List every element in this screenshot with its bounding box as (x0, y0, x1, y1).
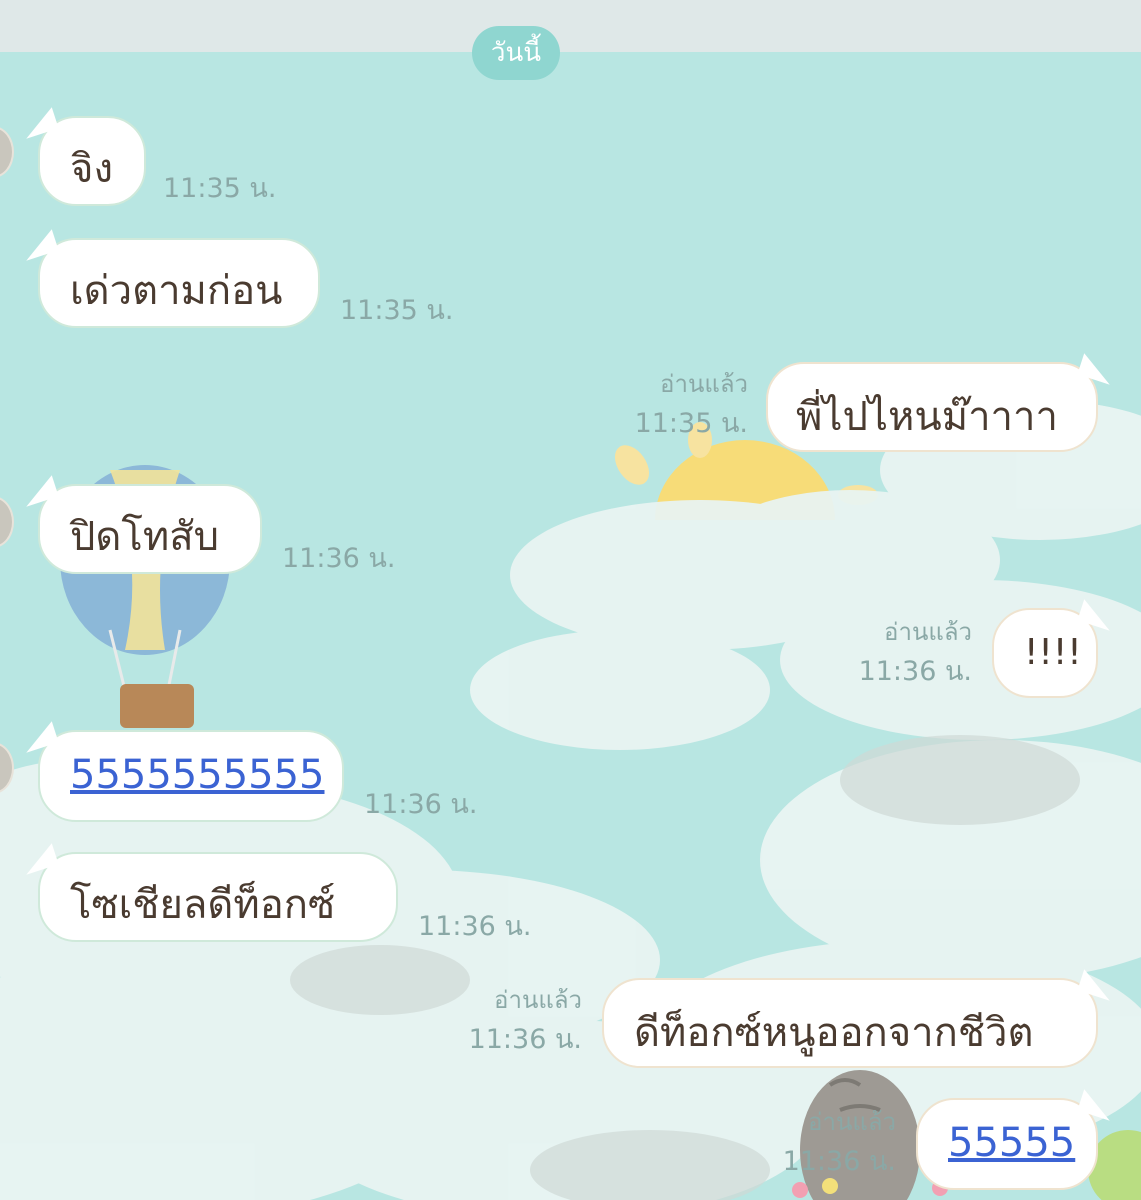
message-meta: อ่านแล้ว 11:36 น. (740, 1102, 896, 1182)
message-timestamp: 11:36 น. (782, 1146, 896, 1177)
top-bar (0, 0, 1141, 52)
message-text: พี่ไปไหนม๊าาาา (796, 394, 1058, 440)
message-bubble-incoming[interactable]: จิง (38, 116, 146, 206)
message-text: เด่วตามก่อน (70, 268, 283, 314)
read-receipt: อ่านแล้ว (884, 618, 972, 646)
message-text: !!!! (1024, 632, 1082, 673)
message-timestamp: 11:36 น. (282, 543, 396, 574)
message-meta: อ่านแล้ว 11:36 น. (820, 612, 972, 692)
message-timestamp: 11:36 น. (418, 911, 532, 942)
message-bubble-outgoing[interactable]: 55555 (916, 1098, 1098, 1190)
message-text: ดีท็อกซ์หนูออกจากชีวิต (634, 1010, 1034, 1056)
message-bubble-outgoing[interactable]: ดีท็อกซ์หนูออกจากชีวิต (602, 978, 1098, 1068)
message-bubble-incoming[interactable]: 5555555555 (38, 730, 344, 822)
message-bubble-incoming[interactable]: ปิดโทสับ (38, 484, 262, 574)
message-timestamp: 11:36 น. (858, 656, 972, 687)
message-timestamp: 11:35 น. (163, 173, 277, 204)
message-bubble-incoming[interactable]: เด่วตามก่อน (38, 238, 320, 328)
message-timestamp: 11:36 น. (468, 1024, 582, 1055)
message-timestamp: 11:36 น. (364, 789, 478, 820)
message-meta: อ่านแล้ว 11:35 น. (600, 364, 748, 444)
read-receipt: อ่านแล้ว (494, 986, 582, 1014)
message-timestamp: 11:35 น. (634, 408, 748, 439)
message-bubble-outgoing[interactable]: พี่ไปไหนม๊าาาา (766, 362, 1098, 452)
message-bubble-outgoing[interactable]: !!!! (992, 608, 1098, 698)
message-timestamp: 11:35 น. (340, 295, 454, 326)
message-text: จิง (70, 146, 113, 192)
message-bubble-incoming[interactable]: โซเชียลดีท็อกซ์ (38, 852, 398, 942)
message-link[interactable]: 5555555555 (70, 752, 342, 798)
message-meta: อ่านแล้ว 11:36 น. (430, 980, 582, 1060)
message-link[interactable]: 55555 (948, 1120, 1096, 1166)
message-text: ปิดโทสับ (70, 514, 220, 560)
read-receipt: อ่านแล้ว (660, 370, 748, 398)
read-receipt: อ่านแล้ว (808, 1108, 896, 1136)
date-divider: วันนี้ (472, 26, 560, 80)
message-text: โซเชียลดีท็อกซ์ (70, 882, 336, 928)
